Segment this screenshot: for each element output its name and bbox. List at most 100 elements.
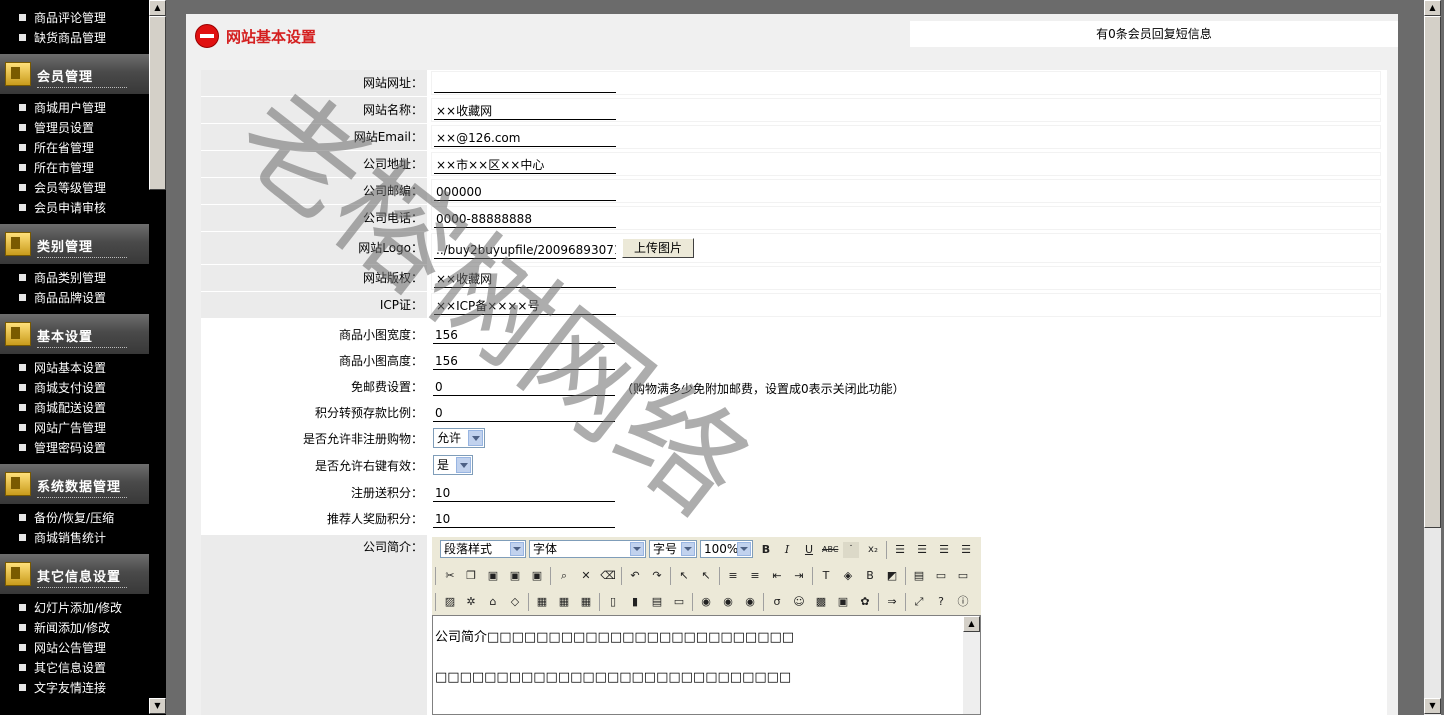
underline-icon[interactable]: U	[801, 542, 817, 558]
company-zip-input[interactable]: 000000	[434, 183, 616, 201]
insert-table-icon[interactable]: ▦	[534, 594, 550, 610]
scrollbar-thumb[interactable]	[1424, 16, 1441, 528]
site-url-input[interactable]	[434, 75, 616, 93]
window-scrollbar[interactable]: ▲ ▼	[1424, 0, 1441, 715]
site-logo-input[interactable]: ../buy2buyupfile/20096893071	[434, 241, 616, 259]
sidebar-item-news[interactable]: 新闻添加/修改	[0, 618, 149, 638]
site-email-input[interactable]: ××@126.com	[434, 129, 616, 147]
allow-guest-select[interactable]: 允许	[433, 428, 485, 448]
reg-points-input[interactable]: 10	[433, 484, 615, 502]
align-right-icon[interactable]: ☰	[936, 542, 952, 558]
sidebar-item-sales-stats[interactable]: 商城销售统计	[0, 528, 149, 548]
indent-icon[interactable]: ⇥	[791, 568, 807, 584]
paste-text-icon[interactable]: ▣	[507, 568, 523, 584]
find-icon[interactable]: ⌕	[556, 568, 572, 584]
eraser-icon[interactable]: ⌫	[600, 568, 616, 584]
cell-props-icon[interactable]: ▦	[578, 594, 594, 610]
chevron-down-icon[interactable]	[510, 542, 524, 556]
chevron-down-icon[interactable]	[630, 542, 644, 556]
sidebar-scrollbar[interactable]: ▲ ▼	[149, 0, 166, 715]
backward-icon[interactable]: ▭	[955, 568, 971, 584]
site-copyright-input[interactable]: ××收藏网	[434, 270, 616, 288]
insert-emoticon-icon[interactable]: ☺	[791, 594, 807, 610]
align-justify-icon[interactable]: ☰	[958, 542, 974, 558]
icp-input[interactable]: ××ICP备××××号	[434, 297, 616, 315]
chevron-down-icon[interactable]	[681, 542, 695, 556]
copy-icon[interactable]: ❐	[463, 568, 479, 584]
sidebar-item-password[interactable]: 管理密码设置	[0, 438, 149, 458]
editor-scrollbar[interactable]: ▲	[963, 616, 980, 714]
scroll-up-button[interactable]: ▲	[963, 616, 980, 632]
sidebar-item-member-levels[interactable]: 会员等级管理	[0, 178, 149, 198]
chevron-down-icon[interactable]	[468, 430, 483, 446]
insert-input-icon[interactable]: ▭	[671, 594, 687, 610]
scroll-down-button[interactable]: ▼	[149, 698, 166, 714]
strikethrough-icon[interactable]: ABC	[822, 542, 838, 558]
insert-media-icon[interactable]: ⌂	[485, 594, 501, 610]
sidebar-item-brands[interactable]: 商品品牌设置	[0, 288, 149, 308]
paste-word-icon[interactable]: ▣	[529, 568, 545, 584]
bold-icon[interactable]: B	[758, 542, 774, 558]
italic-icon[interactable]: I	[779, 542, 795, 558]
insert-web-icon[interactable]: ◉	[698, 594, 714, 610]
sidebar-item-shipping[interactable]: 商城配送设置	[0, 398, 149, 418]
chevron-down-icon[interactable]	[456, 457, 471, 473]
company-address-input[interactable]: ××市××区××中心	[434, 156, 616, 174]
scrollbar-thumb[interactable]	[149, 16, 166, 190]
sidebar-item-other-info[interactable]: 其它信息设置	[0, 658, 149, 678]
insert-hr-icon[interactable]: ✿	[857, 594, 873, 610]
import-icon[interactable]: ⇒	[884, 594, 900, 610]
thumb-width-input[interactable]: 156	[433, 326, 615, 344]
sidebar-item-announcements[interactable]: 网站公告管理	[0, 638, 149, 658]
insert-flash-icon[interactable]: ✲	[463, 594, 479, 610]
font-size-select[interactable]: 字号	[649, 540, 697, 558]
align-center-icon[interactable]: ☰	[914, 542, 930, 558]
border-color-icon[interactable]: ◩	[884, 568, 900, 584]
sidebar-item-product-categories[interactable]: 商品类别管理	[0, 268, 149, 288]
scroll-up-button[interactable]: ▲	[1424, 0, 1441, 16]
select-all-icon[interactable]: ↖	[676, 568, 692, 584]
allow-rightclick-select[interactable]: 是	[433, 455, 473, 475]
editor-content-area[interactable]: 公司简介□□□□□□□□□□□□□□□□□□□□□□□□□ □□□□□□□□□□…	[432, 615, 981, 715]
unordered-list-icon[interactable]: ≡	[747, 568, 763, 584]
chevron-down-icon[interactable]	[737, 542, 751, 556]
sidebar-item-slides[interactable]: 幻灯片添加/修改	[0, 598, 149, 618]
company-phone-input[interactable]: 0000-88888888	[434, 210, 616, 228]
deselect-icon[interactable]: ↖	[698, 568, 714, 584]
insert-field-icon[interactable]: ▮	[627, 594, 643, 610]
insert-textarea-icon[interactable]: ▤	[649, 594, 665, 610]
help-icon[interactable]: ?	[933, 594, 949, 610]
subscript-icon[interactable]: x₂	[865, 542, 881, 558]
message-notice[interactable]: 有0条会员回复短信息	[910, 21, 1398, 47]
paste-icon[interactable]: ▣	[485, 568, 501, 584]
font-select[interactable]: 字体	[529, 540, 646, 558]
redo-icon[interactable]: ↷	[649, 568, 665, 584]
zoom-select[interactable]: 100%	[700, 540, 753, 558]
insert-file-icon[interactable]: ◇	[507, 594, 523, 610]
absolute-position-icon[interactable]: ▤	[911, 568, 927, 584]
paragraph-style-select[interactable]: 段落样式	[440, 540, 526, 558]
outdent-icon[interactable]: ⇤	[769, 568, 785, 584]
sidebar-item-users[interactable]: 商城用户管理	[0, 98, 149, 118]
sidebar-item-cities[interactable]: 所在市管理	[0, 158, 149, 178]
cut-icon[interactable]: ✂	[442, 568, 458, 584]
site-name-input[interactable]: ××收藏网	[434, 102, 616, 120]
insert-special-icon[interactable]: σ	[769, 594, 785, 610]
align-left-icon[interactable]: ☰	[892, 542, 908, 558]
upload-image-button[interactable]: 上传图片	[622, 238, 694, 258]
referrer-points-input[interactable]: 10	[433, 510, 615, 528]
ordered-list-icon[interactable]: ≡	[725, 568, 741, 584]
sidebar-item-product-reviews[interactable]: 商品评论管理	[0, 8, 149, 28]
info-icon[interactable]: ⓘ	[955, 594, 971, 610]
insert-excel-icon[interactable]: ▩	[813, 594, 829, 610]
table-props-icon[interactable]: ▦	[556, 594, 572, 610]
sidebar-item-admins[interactable]: 管理员设置	[0, 118, 149, 138]
sidebar-item-provinces[interactable]: 所在省管理	[0, 138, 149, 158]
font-color-icon[interactable]: T	[818, 568, 834, 584]
sidebar-item-text-links[interactable]: 文字友情连接	[0, 678, 149, 698]
sidebar-item-site-settings[interactable]: 网站基本设置	[0, 358, 149, 378]
insert-image-icon[interactable]: ▨	[442, 594, 458, 610]
free-shipping-input[interactable]: 0	[433, 378, 615, 396]
forward-icon[interactable]: ▭	[933, 568, 949, 584]
superscript-icon[interactable]: ˙	[843, 542, 859, 558]
